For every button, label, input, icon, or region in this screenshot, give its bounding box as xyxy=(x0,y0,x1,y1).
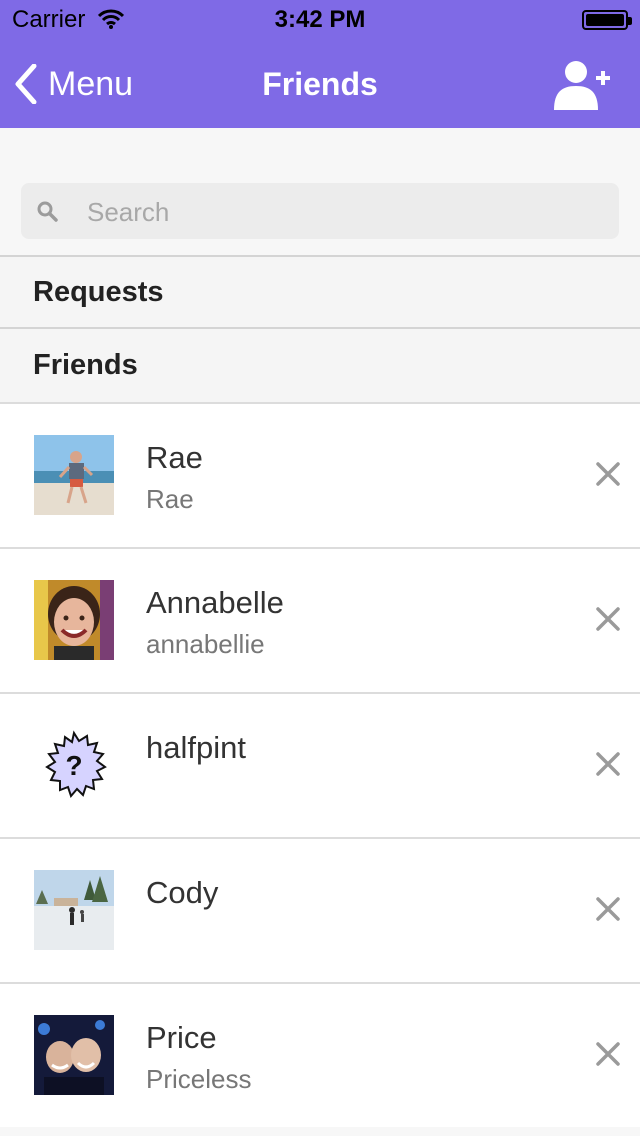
avatar xyxy=(34,435,114,515)
add-friend-icon[interactable] xyxy=(552,58,612,112)
search-icon xyxy=(37,201,58,222)
list-item[interactable]: Price Priceless xyxy=(0,982,640,1127)
close-icon[interactable] xyxy=(586,597,630,641)
list-item[interactable]: Rae Rae xyxy=(0,402,640,547)
friend-name: Rae xyxy=(146,440,203,475)
friend-username: Priceless xyxy=(146,1064,252,1094)
friend-username: annabellie xyxy=(146,629,265,659)
navigation-bar: Menu Friends xyxy=(0,40,640,128)
friend-name: Annabelle xyxy=(146,585,284,620)
close-icon[interactable] xyxy=(586,742,630,786)
friend-name: Cody xyxy=(146,875,219,910)
search-input[interactable] xyxy=(85,183,589,241)
avatar xyxy=(34,580,114,660)
friend-name: Price xyxy=(146,1020,217,1055)
section-requests[interactable]: Requests xyxy=(0,255,640,327)
friends-list: Rae Rae Annabelle annabellie ? halfpint … xyxy=(0,402,640,1127)
svg-text:?: ? xyxy=(65,750,82,781)
back-button[interactable]: Menu xyxy=(14,64,133,104)
close-icon[interactable] xyxy=(586,1032,630,1076)
status-time: 3:42 PM xyxy=(274,6,366,33)
search-area xyxy=(0,128,640,255)
unknown-avatar-icon: ? xyxy=(34,725,114,805)
avatar xyxy=(34,1015,114,1095)
chevron-left-icon xyxy=(15,64,37,104)
search-box[interactable] xyxy=(21,183,619,241)
close-icon[interactable] xyxy=(586,452,630,496)
battery-icon xyxy=(582,10,632,30)
section-friends: Friends xyxy=(0,327,640,402)
list-item[interactable]: Cody xyxy=(0,837,640,982)
status-bar: Carrier 3:42 PM xyxy=(0,0,640,40)
avatar xyxy=(34,870,114,950)
section-requests-label: Requests xyxy=(33,276,164,308)
list-item[interactable]: Annabelle annabellie xyxy=(0,547,640,692)
list-item[interactable]: ? halfpint xyxy=(0,692,640,837)
close-icon[interactable] xyxy=(586,887,630,931)
back-label: Menu xyxy=(48,64,134,103)
friend-name: halfpint xyxy=(146,730,246,765)
section-friends-label: Friends xyxy=(33,349,138,381)
friend-username: Rae xyxy=(146,484,194,514)
